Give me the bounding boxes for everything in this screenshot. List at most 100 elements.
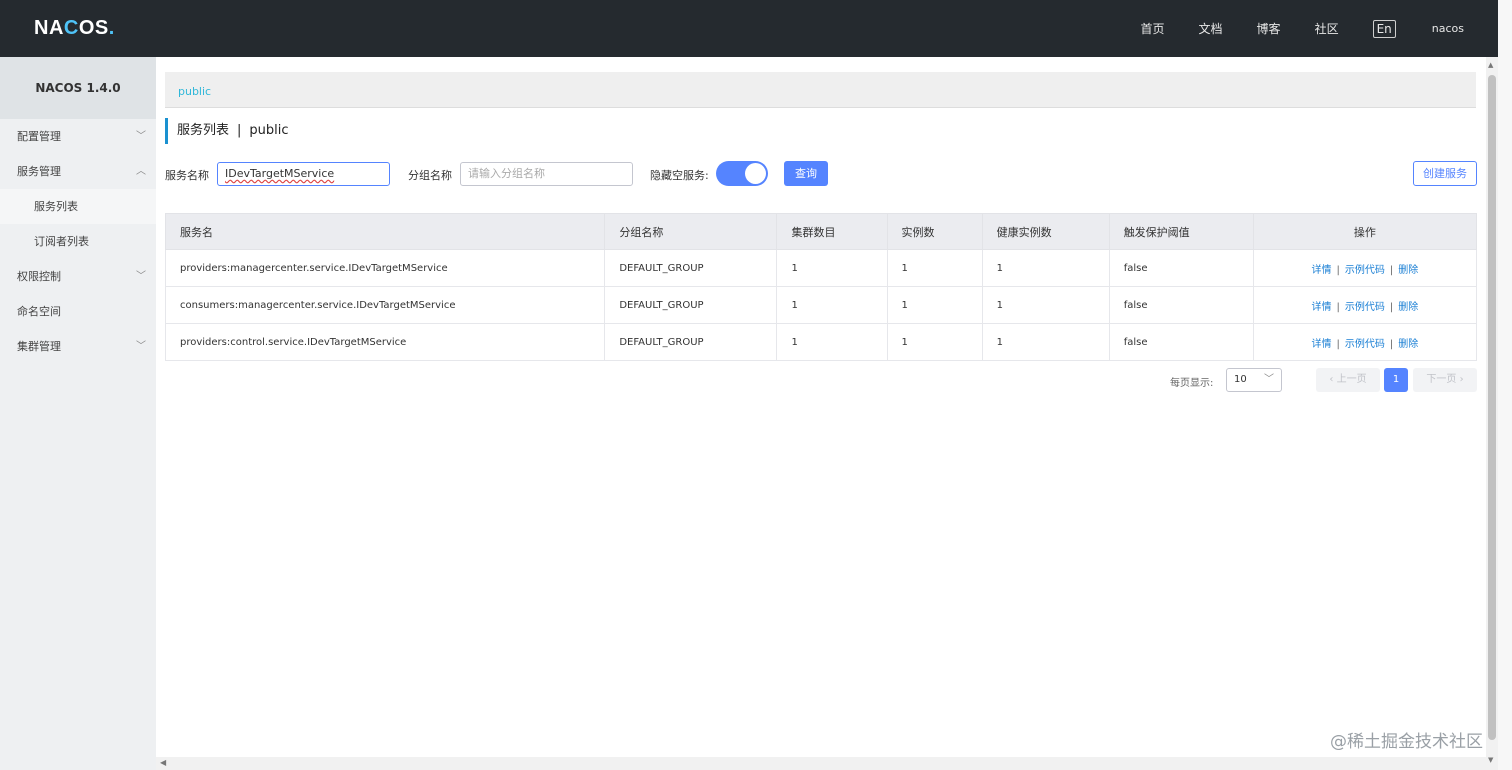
nav-blog[interactable]: 博客	[1257, 20, 1281, 37]
sidebar-item-service-list[interactable]: 服务列表	[0, 189, 156, 224]
scroll-down-icon[interactable]: ▼	[1488, 756, 1493, 764]
col-header-group-name: 分组名称	[604, 213, 778, 250]
sidebar-item-subscriber-list[interactable]: 订阅者列表	[0, 224, 156, 259]
sample-code-link[interactable]: 示例代码	[1345, 339, 1385, 350]
cell-healthy-count: 1	[981, 286, 1110, 324]
detail-link[interactable]: 详情	[1312, 265, 1332, 276]
window-edge	[1498, 0, 1512, 770]
sidebar: NACOS 1.4.0 配置管理 ﹀ 服务管理 ︿ 服务列表 订阅者列表 权限控…	[0, 57, 156, 770]
delete-link[interactable]: 删除	[1398, 265, 1418, 276]
page-number-current[interactable]: 1	[1384, 368, 1408, 392]
table-row: providers:managercenter.service.IDevTarg…	[164, 249, 1478, 287]
sidebar-item-namespace[interactable]: 命名空间	[0, 294, 156, 329]
service-table: 服务名 分组名称 集群数目 实例数 健康实例数 触发保护阈值 操作 provid…	[164, 213, 1478, 361]
sidebar-item-access-control[interactable]: 权限控制 ﹀	[0, 259, 156, 294]
cell-cluster-count: 1	[776, 323, 888, 361]
sidebar-item-label: 命名空间	[17, 305, 61, 318]
cell-protect-threshold: false	[1108, 286, 1254, 324]
prev-page-label: 上一页	[1336, 374, 1367, 385]
nav-home[interactable]: 首页	[1141, 20, 1165, 37]
scroll-up-icon[interactable]: ▲	[1488, 61, 1493, 69]
page-title: 服务列表 | public	[165, 118, 289, 144]
title-separator: |	[237, 123, 242, 138]
sidebar-item-label: 服务管理	[17, 165, 61, 178]
cell-operations: 详情 | 示例代码 | 删除	[1252, 249, 1478, 287]
sidebar-item-label: 订阅者列表	[34, 235, 89, 248]
nacos-logo[interactable]: NACOS.	[34, 17, 115, 40]
cell-operations: 详情 | 示例代码 | 删除	[1252, 323, 1478, 361]
page-title-text: 服务列表	[177, 123, 230, 138]
cell-protect-threshold: false	[1108, 323, 1254, 361]
col-header-healthy-count: 健康实例数	[981, 213, 1110, 250]
hide-empty-label: 隐藏空服务:	[650, 169, 709, 182]
cell-service-name: providers:managercenter.service.IDevTarg…	[164, 249, 606, 287]
watermark: @稀土掘金技术社区	[1330, 732, 1483, 752]
col-header-service-name: 服务名	[164, 213, 606, 250]
top-header: NACOS. 首页 文档 博客 社区 En nacos	[0, 0, 1512, 57]
cell-cluster-count: 1	[776, 249, 888, 287]
delete-link[interactable]: 删除	[1398, 339, 1418, 350]
chevron-down-icon: ﹀	[136, 341, 146, 352]
sidebar-item-label: 服务列表	[34, 200, 78, 213]
sample-code-link[interactable]: 示例代码	[1345, 302, 1385, 313]
cell-healthy-count: 1	[981, 249, 1110, 287]
col-header-instance-count: 实例数	[886, 213, 983, 250]
table-row: providers:control.service.IDevTargetMSer…	[164, 323, 1478, 361]
cell-operations: 详情 | 示例代码 | 删除	[1252, 286, 1478, 324]
nav-community[interactable]: 社区	[1315, 20, 1339, 37]
toggle-knob	[745, 163, 766, 184]
op-separator: |	[1336, 338, 1340, 350]
col-header-protect-threshold: 触发保护阈值	[1108, 213, 1254, 250]
op-separator: |	[1389, 301, 1394, 313]
service-name-input[interactable]: IDevTargetMService	[217, 162, 390, 186]
delete-link[interactable]: 删除	[1398, 302, 1418, 313]
top-nav: 首页 文档 博客 社区 En nacos	[1107, 0, 1464, 57]
sidebar-item-label: 集群管理	[17, 340, 61, 353]
version-label: NACOS 1.4.0	[0, 57, 156, 119]
create-service-button[interactable]: 创建服务	[1413, 161, 1477, 186]
col-header-operations: 操作	[1252, 213, 1478, 250]
page-size-select[interactable]: 10 ﹀	[1226, 368, 1282, 392]
service-name-label: 服务名称	[165, 169, 209, 182]
query-button[interactable]: 查询	[784, 161, 828, 186]
user-menu[interactable]: nacos	[1432, 22, 1464, 35]
col-header-cluster-count: 集群数目	[776, 213, 888, 250]
chevron-down-icon: ﹀	[136, 271, 146, 282]
language-switch-button[interactable]: En	[1372, 19, 1396, 38]
vertical-scrollbar[interactable]: ▲ ▼	[1486, 57, 1498, 770]
detail-link[interactable]: 详情	[1312, 339, 1332, 350]
sidebar-item-config-management[interactable]: 配置管理 ﹀	[0, 119, 156, 154]
detail-link[interactable]: 详情	[1312, 302, 1332, 313]
group-name-input[interactable]: 请输入分组名称	[460, 162, 633, 186]
chevron-down-icon: ﹀	[136, 131, 146, 142]
page-size-value: 10	[1234, 374, 1247, 385]
cell-cluster-count: 1	[776, 286, 888, 324]
table-row: consumers:managercenter.service.IDevTarg…	[164, 286, 1478, 324]
logo-dot: .	[108, 17, 115, 39]
prev-page-button[interactable]: ‹ 上一页	[1316, 368, 1380, 392]
sample-code-link[interactable]: 示例代码	[1345, 265, 1385, 276]
page-title-namespace: public	[249, 123, 289, 138]
cell-instance-count: 1	[886, 323, 983, 361]
page-size-label: 每页显示:	[1170, 378, 1214, 389]
op-separator: |	[1336, 264, 1340, 276]
next-page-button[interactable]: 下一页 ›	[1413, 368, 1477, 392]
hide-empty-toggle[interactable]	[716, 161, 768, 186]
scroll-left-icon[interactable]: ◀	[160, 758, 166, 767]
next-page-label: 下一页	[1426, 374, 1457, 385]
horizontal-scrollbar[interactable]: ◀	[156, 757, 1486, 770]
table-header-row: 服务名 分组名称 集群数目 实例数 健康实例数 触发保护阈值 操作	[164, 213, 1478, 250]
sidebar-item-service-management[interactable]: 服务管理 ︿	[0, 154, 156, 189]
logo-text-a: NA	[34, 17, 64, 39]
scrollbar-thumb[interactable]	[1488, 75, 1496, 740]
nav-docs[interactable]: 文档	[1199, 20, 1223, 37]
cell-healthy-count: 1	[981, 323, 1110, 361]
cell-instance-count: 1	[886, 249, 983, 287]
namespace-tab-public[interactable]: public	[178, 85, 211, 98]
chevron-up-icon: ︿	[136, 166, 146, 177]
sidebar-item-cluster-management[interactable]: 集群管理 ﹀	[0, 329, 156, 364]
chevron-left-icon: ‹	[1329, 374, 1337, 385]
main-content: public 服务列表 | public 服务名称 IDevTargetMServi…	[156, 57, 1486, 757]
service-name-value: IDevTargetMService	[225, 167, 335, 180]
group-name-placeholder: 请输入分组名称	[468, 167, 545, 180]
